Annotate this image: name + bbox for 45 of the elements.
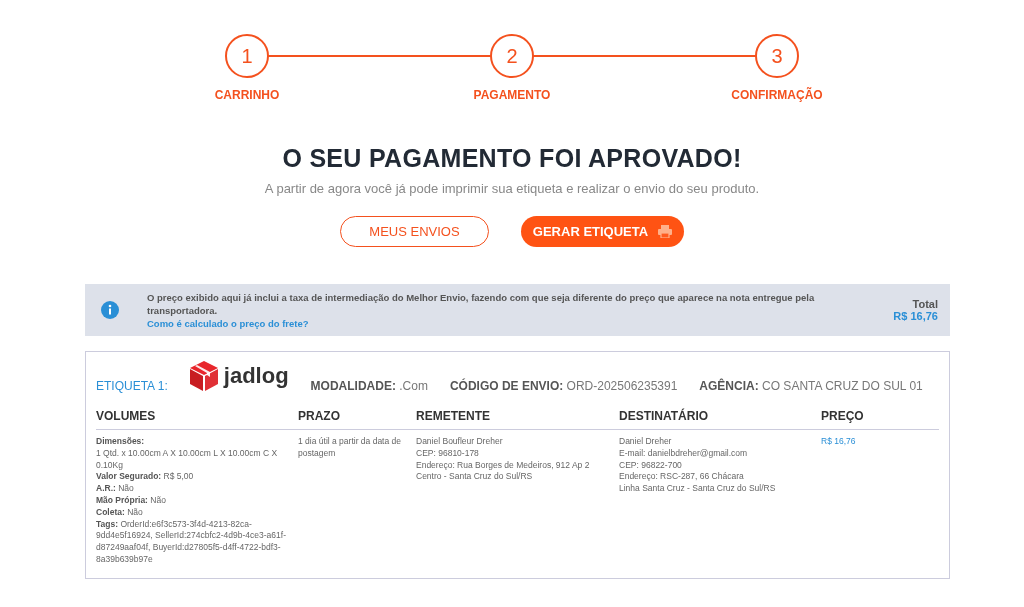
- shipment-field: AGÊNCIA: CO SANTA CRUZ DO SUL 01: [699, 379, 923, 393]
- shipment-field: CÓDIGO DE ENVIO: ORD-202506235391: [449, 379, 678, 393]
- detail-line: 1 dia útil a partir da data de postagem: [298, 436, 402, 460]
- detail-line: CEP: 96810-178: [416, 447, 480, 460]
- detail-line: Endereço: Rua Borges de Medeiros, 912 Ap 2: [416, 459, 591, 472]
- step-label: PAGAMENTO: [473, 88, 551, 102]
- step-number: 2: [490, 34, 534, 78]
- detail-line: Valor Segurado: R$ 5,00: [96, 471, 195, 484]
- total-label: Total: [911, 298, 938, 310]
- detail-line: Endereço: RSC-287, 66 Chácara: [619, 471, 745, 484]
- detail-line: A.R.: Não: [96, 483, 135, 495]
- detail-line: CEP: 96822-700: [619, 459, 683, 472]
- step-number: 3: [755, 34, 799, 78]
- action-button[interactable]: GERAR ETIQUETA: [521, 216, 684, 247]
- detail-line: R$ 16,76: [821, 436, 857, 448]
- column-heading: DESTINATÁRIO: [619, 409, 821, 430]
- detail-line: Daniel Dreher: [619, 436, 673, 448]
- shipment-field: MODALIDADE: .Com: [310, 379, 428, 393]
- notice-text: O preço exibido aqui já inclui a taxa de intermediação do Melhor Envio, fazendo com que seja diferente do preço que aparece na nota entregue pela transportadora.: [147, 290, 816, 317]
- detail-line: Daniel Boufleur Dreher: [416, 436, 504, 448]
- printer-icon: [658, 225, 673, 238]
- detail-line: Tags: OrderId:e6f3c573-3f4d-4213-82ca-9dd4e5f16924, SellerId:274cbfc2-4d9b-4ce3-a61f-d87249aaf04f, BuyerId:d27805f5-d4ff-4722-bdf3-8a39b639b97e: [96, 518, 287, 566]
- detail-line: Coleta: Não: [96, 506, 144, 519]
- step-label: CARRINHO: [214, 88, 280, 102]
- detail-line: 1 Qtd. x 10.00cm A X 10.00cm L X 10.00cm C X 0.10Kg: [96, 447, 279, 472]
- detail-line: Centro - Santa Cruz do Sul/RS: [416, 471, 534, 484]
- column-heading: PREÇO: [821, 409, 939, 430]
- column-heading: REMETENTE: [416, 409, 619, 430]
- column-heading: PRAZO: [298, 409, 416, 430]
- step-number: 1: [225, 34, 269, 78]
- detail-line: E-mail: danielbdreher@gmail.com: [619, 447, 749, 460]
- label-title: ETIQUETA 1:: [96, 379, 168, 393]
- carrier-logo-text: jadlog: [223, 363, 289, 389]
- page-title: O SEU PAGAMENTO FOI APROVADO!: [281, 144, 743, 173]
- detail-line: Linha Santa Cruz - Santa Cruz do Sul/RS: [619, 483, 777, 495]
- detail-line: Dimensões:: [96, 436, 146, 448]
- cube-icon: [189, 361, 218, 391]
- info-icon: [101, 301, 119, 319]
- price-info-link[interactable]: Como é calculado o preço do frete?: [147, 316, 866, 330]
- page-subtitle: A partir de agora você já pode imprimir sua etiqueta e realizar o envio do seu produto.: [263, 181, 761, 196]
- action-button[interactable]: MEUS ENVIOS: [340, 216, 489, 247]
- total-value: R$ 16,76: [893, 310, 938, 322]
- detail-line: Mão Própria: Não: [96, 495, 167, 507]
- step-label: CONFIRMAÇÃO: [731, 88, 823, 102]
- column-heading: VOLUMES: [96, 409, 298, 430]
